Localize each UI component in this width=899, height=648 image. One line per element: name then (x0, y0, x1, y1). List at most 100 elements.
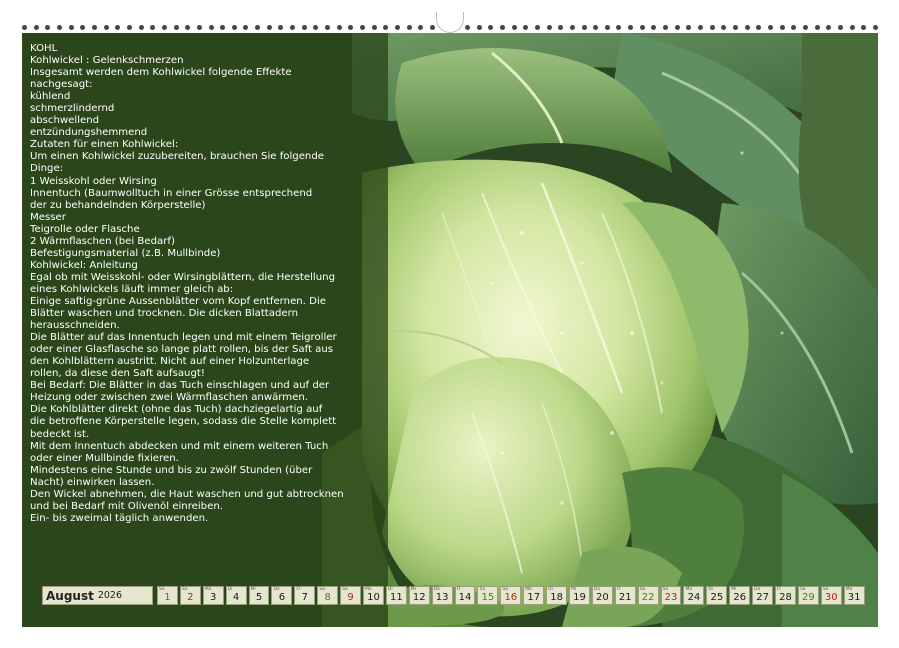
spiral-dot (651, 24, 657, 30)
day-cell: Mo 10 (363, 586, 384, 605)
spiral-dot (546, 24, 552, 30)
day-cell: Mo 3 (202, 586, 224, 605)
day-cell: So 30 (820, 586, 842, 605)
day-number: 15 (481, 592, 495, 603)
spiral-dot (826, 24, 832, 30)
day-number: 22 (641, 592, 655, 603)
article-line: Mit dem Innentuch abdecken und mit einem… (30, 440, 329, 452)
day-cell: Mi 19 (569, 586, 590, 605)
calendar-bar: August 2026 Sa 1 So 2 Mo 3 Di 4 Mi 5 Do 6 Fr 7 Sa 8 So 9 M… (42, 586, 867, 605)
spiral-dot (523, 24, 529, 30)
spiral-dot (45, 24, 51, 30)
day-cell: So 23 (660, 586, 682, 605)
day-number: 27 (756, 592, 769, 603)
article-line: herausschneiden. (30, 320, 120, 332)
day-cell: So 16 (500, 586, 522, 605)
spiral-dot (616, 24, 622, 30)
spiral-dot (488, 24, 494, 30)
spiral-dot (802, 24, 808, 30)
spiral-dot (406, 24, 412, 30)
day-number: 14 (458, 592, 472, 603)
day-cell: Sa 8 (317, 586, 339, 605)
day-number: 2 (187, 592, 194, 603)
spiral-dot (220, 24, 226, 30)
day-cell: Mi 12 (408, 586, 430, 605)
day-cell: Mi 5 (248, 586, 270, 605)
article-line: eines Kohlwickels läuft immer gleich ab: (30, 283, 234, 295)
month-year: 2026 (97, 590, 123, 601)
article-line: Einige saftig-grüne Aussenblätter vom Ko… (30, 295, 326, 307)
spiral-dot (115, 24, 121, 30)
day-number: 13 (435, 592, 449, 603)
article-line: Innentuch (Baumwolltuch in einer Grösse … (30, 187, 313, 199)
day-cell: So 9 (340, 586, 362, 605)
day-number: 30 (824, 592, 838, 603)
spiral-dot (686, 24, 692, 30)
article-text: KOHL Kohlwickel : Gelenkschmerzen Insgesam… (30, 43, 382, 525)
spiral-dot (266, 24, 272, 30)
spiral-dot (814, 24, 820, 30)
day-number: 31 (847, 592, 861, 603)
article-line: oder einer Mullbinde fixieren. (30, 452, 179, 464)
article-line: oder einer Glasflasche so lange platt ro… (30, 344, 334, 356)
article-line: Kohlwickel : Gelenkschmerzen (30, 55, 184, 67)
article-line: Heizung oder zwischen zwei Wärmflaschen … (30, 392, 309, 404)
spiral-dot (22, 24, 27, 30)
day-number: 5 (255, 592, 263, 603)
day-number: 28 (779, 592, 792, 603)
spiral-dot (348, 24, 354, 30)
day-cell: Fr 21 (614, 586, 636, 605)
spiral-dot (395, 24, 400, 30)
article-line: Zutaten für einen Kohlwickel: (30, 139, 179, 151)
day-cell: Fr 28 (775, 586, 796, 605)
spiral-dot (709, 24, 715, 30)
spiral-dot (161, 24, 167, 30)
spiral-dot (208, 24, 214, 30)
spiral-dot (674, 24, 680, 30)
article-line: Dinge: (30, 163, 64, 175)
spiral-dot (698, 24, 704, 30)
spiral-dot (150, 24, 156, 30)
spiral-dot (499, 24, 505, 30)
article-line: 1 Weisskohl oder Wirsing (30, 175, 157, 187)
day-cell: Mi 26 (729, 586, 751, 605)
day-number: 17 (527, 592, 541, 603)
spiral-dot (756, 24, 762, 30)
article-line: Bei Bedarf: Die Blätter in das Tuch eins… (30, 380, 330, 392)
day-cell: So 2 (179, 586, 201, 605)
day-number: 16 (504, 592, 518, 603)
day-cell: Do 27 (752, 586, 774, 605)
article-line: Um einen Kohlwickel zuzubereiten, brauch… (30, 151, 325, 163)
article-line: Mindestens eine Stunde und bis zu zwölf … (30, 464, 313, 476)
spiral-dot (464, 24, 470, 30)
spiral-dot (278, 24, 284, 30)
day-number: 20 (596, 592, 609, 603)
spiral-dot (581, 24, 587, 30)
article-line: Teigrolle oder Flasche (30, 223, 140, 235)
day-number: 9 (347, 592, 354, 603)
spiral-dot (663, 24, 669, 30)
day-number: 1 (164, 592, 171, 603)
day-cell: Sa 1 (157, 586, 178, 605)
article-line: den Kohlblättern austritt. Nicht auf ein… (30, 356, 310, 368)
day-cell: Di 4 (225, 586, 247, 605)
spiral-dot (196, 24, 202, 30)
spiral-dot (383, 24, 389, 30)
article-panel: KOHL Kohlwickel : Gelenkschmerzen Insgesam… (22, 33, 388, 627)
spiral-dot (173, 24, 179, 30)
day-number: 25 (710, 592, 724, 603)
spiral-dot (33, 24, 39, 30)
day-number: 18 (550, 592, 563, 603)
article-line: abschwellend (30, 115, 100, 127)
day-cell: Do 6 (271, 586, 293, 605)
spiral-dot (721, 24, 727, 30)
day-cell: Do 20 (591, 586, 613, 605)
spiral-dot (126, 24, 132, 30)
day-number: 8 (324, 592, 331, 603)
article-line: entzündungshemmend (30, 127, 148, 139)
day-cell: Di 25 (706, 586, 728, 605)
spiral-dot (476, 24, 482, 30)
spiral-dot (418, 24, 424, 30)
spiral-dot (325, 24, 331, 30)
spiral-dot (301, 24, 307, 30)
